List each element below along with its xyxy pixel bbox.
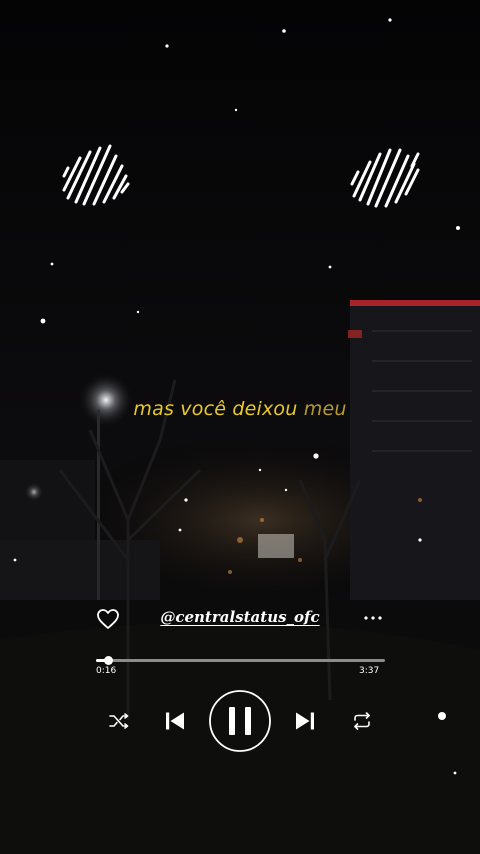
progress-knob[interactable] [103, 656, 113, 665]
sound-wave-icon [350, 148, 420, 208]
artist-handle[interactable]: @centralstatus_ofc [150, 608, 330, 626]
lyric-sung-words: mas você deixou [133, 398, 298, 420]
pause-icon [229, 707, 251, 735]
elapsed-time: 0:16 [96, 666, 117, 676]
more-icon[interactable] [362, 608, 384, 628]
sound-wave-icon [62, 144, 130, 206]
shuffle-icon[interactable] [108, 710, 130, 732]
lyric-line: mas você deixou meu [0, 398, 480, 420]
lyric-upcoming-words: meu [303, 398, 347, 420]
repeat-icon[interactable] [351, 710, 373, 732]
total-time: 3:37 [359, 666, 380, 676]
skip-next-icon[interactable] [293, 709, 317, 733]
pause-button[interactable] [208, 689, 272, 753]
heart-icon[interactable] [96, 608, 120, 630]
skip-previous-icon[interactable] [163, 709, 187, 733]
progress-track[interactable] [96, 656, 385, 665]
